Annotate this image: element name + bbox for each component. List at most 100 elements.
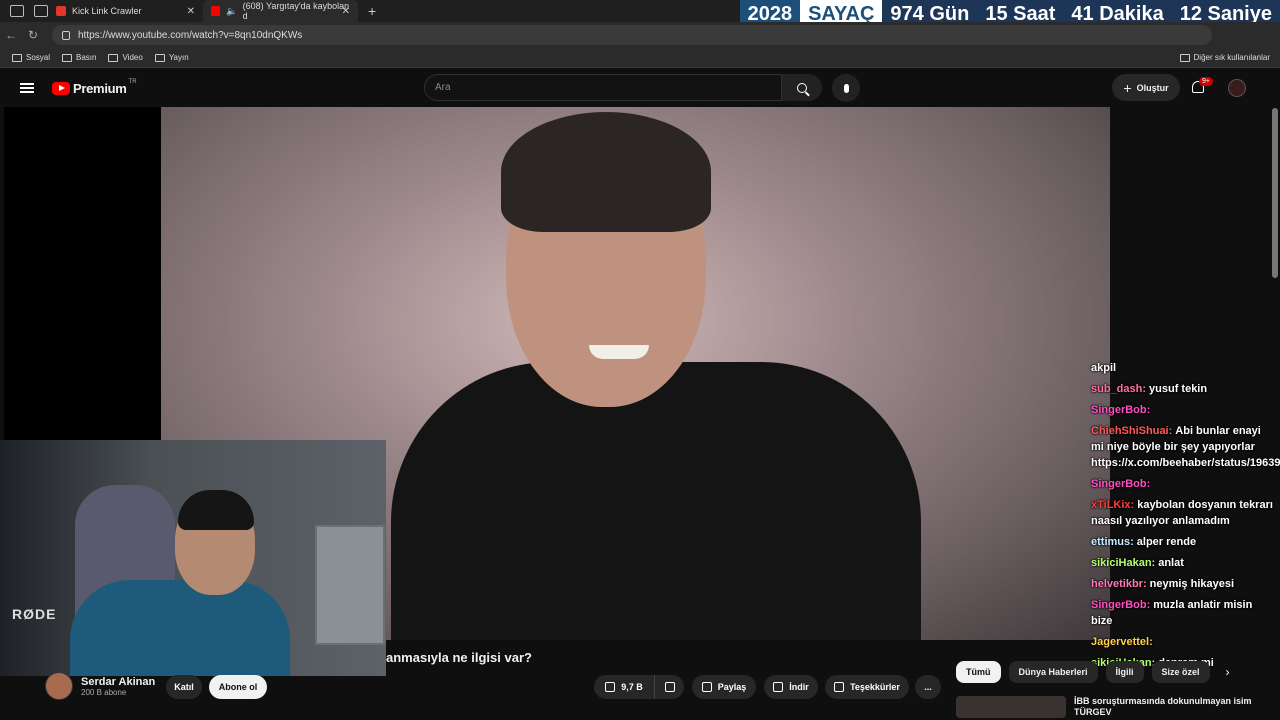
url-text: https://www.youtube.com/watch?v=8qn10dnQ… <box>78 29 303 41</box>
create-label: Oluştur <box>1136 82 1169 93</box>
chat-message: ettimus: alper rende <box>1087 532 1280 553</box>
tab-label: (608) Yargıtay'da kaybolan d <box>242 1 350 21</box>
more-actions-button[interactable]: ... <box>915 675 941 699</box>
search-input[interactable]: Ara <box>424 74 782 101</box>
thanks-button[interactable]: Teşekkürler <box>825 675 909 699</box>
tab-actions-icon[interactable] <box>34 5 48 17</box>
presenter-smile <box>589 345 649 359</box>
like-button[interactable]: 9,7 B <box>594 675 654 699</box>
speaker-icon[interactable]: 🔈 <box>226 6 237 17</box>
download-button[interactable]: İndir <box>764 675 818 699</box>
thumbs-up-icon <box>605 682 616 692</box>
voice-search-button[interactable] <box>832 74 860 102</box>
related-title[interactable]: İBB soruşturmasında dokunulmayan isim TÜ… <box>1074 696 1280 718</box>
chip-all[interactable]: Tümü <box>956 661 1001 683</box>
chat-username[interactable]: sub_dash: <box>1091 383 1146 395</box>
chip-related[interactable]: İlgili <box>1105 661 1144 683</box>
thanks-label: Teşekkürler <box>850 682 900 692</box>
new-tab-button[interactable]: + <box>368 3 376 19</box>
chat-username[interactable]: Jagervettel: <box>1091 636 1153 648</box>
chip-world-news[interactable]: Dünya Haberleri <box>1008 661 1098 683</box>
plus-icon: + <box>1123 79 1132 96</box>
chevron-right-icon[interactable]: › <box>1226 665 1230 679</box>
folder-icon <box>154 53 165 62</box>
bookmark-label: Video <box>122 53 143 62</box>
bookmark-sosyal[interactable]: Sosyal <box>12 53 50 62</box>
lock-icon <box>62 30 70 40</box>
chat-username[interactable]: ettimus: <box>1091 536 1134 548</box>
close-tab-icon[interactable]: ✕ <box>342 6 350 17</box>
chat-message: SingerBob: muzla anlatir misin bize <box>1087 595 1280 632</box>
folder-icon <box>62 53 73 62</box>
join-label: Katıl <box>174 682 194 692</box>
workspaces-icon[interactable] <box>10 5 24 17</box>
chat-message: ChiehShiShuai: Abi bunlar enayi mi niye b… <box>1087 421 1280 474</box>
chat-text: anlat <box>1158 557 1184 569</box>
chat-username[interactable]: SingerBob: <box>1091 599 1150 611</box>
bookmark-video[interactable]: Video <box>108 53 143 62</box>
chat-message: SingerBob: <box>1087 400 1280 421</box>
search-placeholder: Ara <box>435 82 451 93</box>
chat-message: SingerBob: <box>1087 474 1280 495</box>
chat-text: akpil <box>1091 362 1117 374</box>
chat-username[interactable]: SingerBob: <box>1091 478 1150 490</box>
chat-message: sub_dash: yusuf tekin <box>1087 379 1280 400</box>
microphone-brand: RØDE <box>12 606 57 622</box>
subscribe-label: Abone ol <box>218 682 258 692</box>
youtube-logo[interactable]: Premium TR <box>52 78 137 96</box>
other-favorites[interactable]: Diğer sık kullanılanlar <box>1179 53 1270 62</box>
presenter-hair <box>501 112 711 232</box>
related-thumbnail[interactable] <box>956 696 1066 718</box>
thanks-icon <box>834 682 845 692</box>
video-title: anmasıyla ne ilgisi var? <box>386 650 532 665</box>
thumbs-down-icon <box>664 682 675 692</box>
youtube-favicon-icon <box>211 6 221 16</box>
join-button[interactable]: Katıl <box>166 675 202 699</box>
webcam-overlay: RØDE <box>0 440 386 676</box>
channel-name[interactable]: Serdar Akinan <box>81 676 155 688</box>
page-scrollbar[interactable] <box>1272 108 1278 278</box>
channel-avatar[interactable] <box>45 672 73 700</box>
chat-username[interactable]: ChiehShiShuai: <box>1091 425 1172 437</box>
presenter-body <box>391 362 921 640</box>
tab-youtube-video[interactable]: 🔈 (608) Yargıtay'da kaybolan d ✕ <box>203 0 358 22</box>
region-code: TR <box>128 78 137 85</box>
share-label: Paylaş <box>717 682 747 692</box>
more-icon: ... <box>924 682 932 692</box>
search-button[interactable] <box>782 74 822 101</box>
chat-username[interactable]: xTiLKix: <box>1091 499 1134 511</box>
chat-username[interactable]: helvetikbr: <box>1091 578 1147 590</box>
subscribe-button[interactable]: Abone ol <box>209 675 267 699</box>
whiteboard <box>315 525 385 645</box>
tab-label: Kick Link Crawler <box>72 6 142 16</box>
close-tab-icon[interactable]: ✕ <box>187 6 195 17</box>
chat-message: akpil <box>1087 358 1280 379</box>
folder-icon <box>108 53 119 62</box>
channel-info: Serdar Akinan 200 B abone <box>45 672 155 700</box>
chip-for-you[interactable]: Size özel <box>1151 661 1210 683</box>
logo-text: Premium <box>73 80 127 96</box>
bookmark-yayin[interactable]: Yayın <box>154 53 189 62</box>
back-icon[interactable]: ← <box>0 28 22 42</box>
microphone-icon <box>843 83 849 93</box>
chat-username[interactable]: sikiciHakan: <box>1091 557 1155 569</box>
bookmark-basin[interactable]: Basın <box>62 53 96 62</box>
bookmark-label: Yayın <box>168 53 189 62</box>
other-favorites-label: Diğer sık kullanılanlar <box>1193 53 1270 62</box>
url-field[interactable]: https://www.youtube.com/watch?v=8qn10dnQ… <box>52 25 1212 45</box>
refresh-icon[interactable]: ↻ <box>22 28 44 42</box>
share-icon <box>701 682 712 692</box>
share-button[interactable]: Paylaş <box>692 675 756 699</box>
menu-icon[interactable] <box>20 83 34 93</box>
create-button[interactable]: + Oluştur <box>1112 74 1180 101</box>
search-icon <box>797 82 807 93</box>
chat-message: Jagervettel: <box>1087 632 1280 653</box>
dislike-button[interactable] <box>654 675 684 699</box>
subscriber-count: 200 B abone <box>81 687 127 697</box>
bookmark-label: Basın <box>76 53 97 62</box>
chat-message: sikiciHakan: anlat <box>1087 553 1280 574</box>
chat-username[interactable]: SingerBob: <box>1091 404 1150 416</box>
account-avatar[interactable] <box>1228 79 1246 97</box>
chat-message: helvetikbr: neymiş hikayesi <box>1087 574 1280 595</box>
tab-kick-link-crawler[interactable]: Kick Link Crawler ✕ <box>48 0 203 22</box>
